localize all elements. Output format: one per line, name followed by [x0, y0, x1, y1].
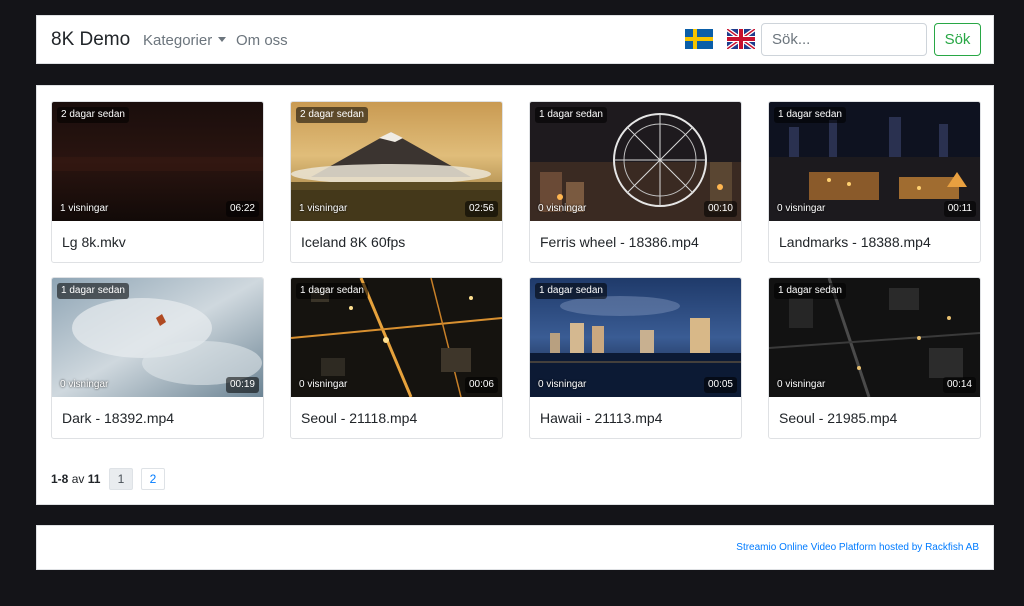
video-card[interactable]: 2 dagar sedan 1 visningar 06:22 Lg 8k.mk…: [51, 101, 264, 263]
duration-badge: 06:22: [225, 201, 259, 217]
age-badge: 2 dagar sedan: [57, 107, 129, 123]
view-count: 0 visningar: [538, 203, 587, 214]
view-count: 0 visningar: [777, 379, 826, 390]
video-title[interactable]: Dark - 18392.mp4: [62, 410, 174, 426]
age-badge: 1 dagar sedan: [535, 107, 607, 123]
view-count: 0 visningar: [777, 203, 826, 214]
duration-badge: 00:14: [942, 377, 976, 393]
video-title[interactable]: Iceland 8K 60fps: [301, 234, 405, 250]
age-badge: 1 dagar sedan: [774, 107, 846, 123]
video-card[interactable]: 1 dagar sedan 0 visningar 00:11 Landmark…: [768, 101, 981, 263]
duration-badge: 00:06: [464, 377, 498, 393]
pagination-total: 11: [87, 472, 101, 486]
video-card[interactable]: 1 dagar sedan 0 visningar 00:06 Seoul - …: [290, 277, 503, 439]
age-badge: 2 dagar sedan: [296, 107, 368, 123]
age-badge: 1 dagar sedan: [296, 283, 368, 299]
view-count: 0 visningar: [60, 379, 109, 390]
categories-label: Kategorier: [143, 32, 213, 49]
search-button[interactable]: Sök: [934, 23, 981, 56]
view-count: 0 visningar: [299, 379, 348, 390]
duration-badge: 02:56: [464, 201, 498, 217]
age-badge: 1 dagar sedan: [535, 283, 607, 299]
footer-link[interactable]: Streamio Online Video Platform hosted by…: [736, 542, 979, 553]
page-2-button[interactable]: 2: [141, 468, 165, 490]
video-title[interactable]: Seoul - 21118.mp4: [301, 410, 417, 426]
video-card[interactable]: 1 dagar sedan 0 visningar 00:10 Ferris w…: [529, 101, 742, 263]
pagination-summary: 1-8 av 11: [51, 472, 100, 486]
uk-flag-icon[interactable]: [727, 29, 755, 49]
video-title[interactable]: Landmarks - 18388.mp4: [779, 234, 931, 250]
about-link[interactable]: Om oss: [236, 32, 288, 49]
video-title[interactable]: Hawaii - 21113.mp4: [540, 410, 662, 426]
caret-down-icon: [218, 36, 227, 42]
pagination-range: 1-8: [51, 472, 69, 486]
pagination-of: av: [71, 472, 85, 486]
duration-badge: 00:11: [943, 201, 976, 217]
video-title[interactable]: Ferris wheel - 18386.mp4: [540, 234, 699, 250]
view-count: 0 visningar: [538, 379, 587, 390]
search-input[interactable]: [761, 23, 927, 56]
video-card[interactable]: 1 dagar sedan 0 visningar 00:05 Hawaii -…: [529, 277, 742, 439]
video-card[interactable]: 2 dagar sedan 1 visningar 02:56 Iceland …: [290, 101, 503, 263]
age-badge: 1 dagar sedan: [57, 283, 129, 299]
navbar: 8K Demo Kategorier Om oss Sök: [36, 15, 994, 64]
video-title[interactable]: Lg 8k.mkv: [62, 234, 126, 250]
swedish-flag-icon[interactable]: [685, 29, 713, 49]
duration-badge: 00:19: [225, 377, 259, 393]
categories-dropdown[interactable]: Kategorier: [143, 32, 227, 49]
duration-badge: 00:05: [703, 377, 737, 393]
brand-link[interactable]: 8K Demo: [51, 29, 130, 51]
video-card[interactable]: 1 dagar sedan 0 visningar 00:19 Dark - 1…: [51, 277, 264, 439]
view-count: 1 visningar: [299, 203, 348, 214]
age-badge: 1 dagar sedan: [774, 283, 846, 299]
video-grid-panel: 2 dagar sedan 1 visningar 06:22 Lg 8k.mk…: [36, 85, 994, 505]
page-1-button[interactable]: 1: [109, 468, 133, 490]
footer: Streamio Online Video Platform hosted by…: [36, 525, 994, 570]
video-title[interactable]: Seoul - 21985.mp4: [779, 410, 897, 426]
view-count: 1 visningar: [60, 203, 109, 214]
duration-badge: 00:10: [703, 201, 737, 217]
video-card[interactable]: 1 dagar sedan 0 visningar 00:14 Seoul - …: [768, 277, 981, 439]
